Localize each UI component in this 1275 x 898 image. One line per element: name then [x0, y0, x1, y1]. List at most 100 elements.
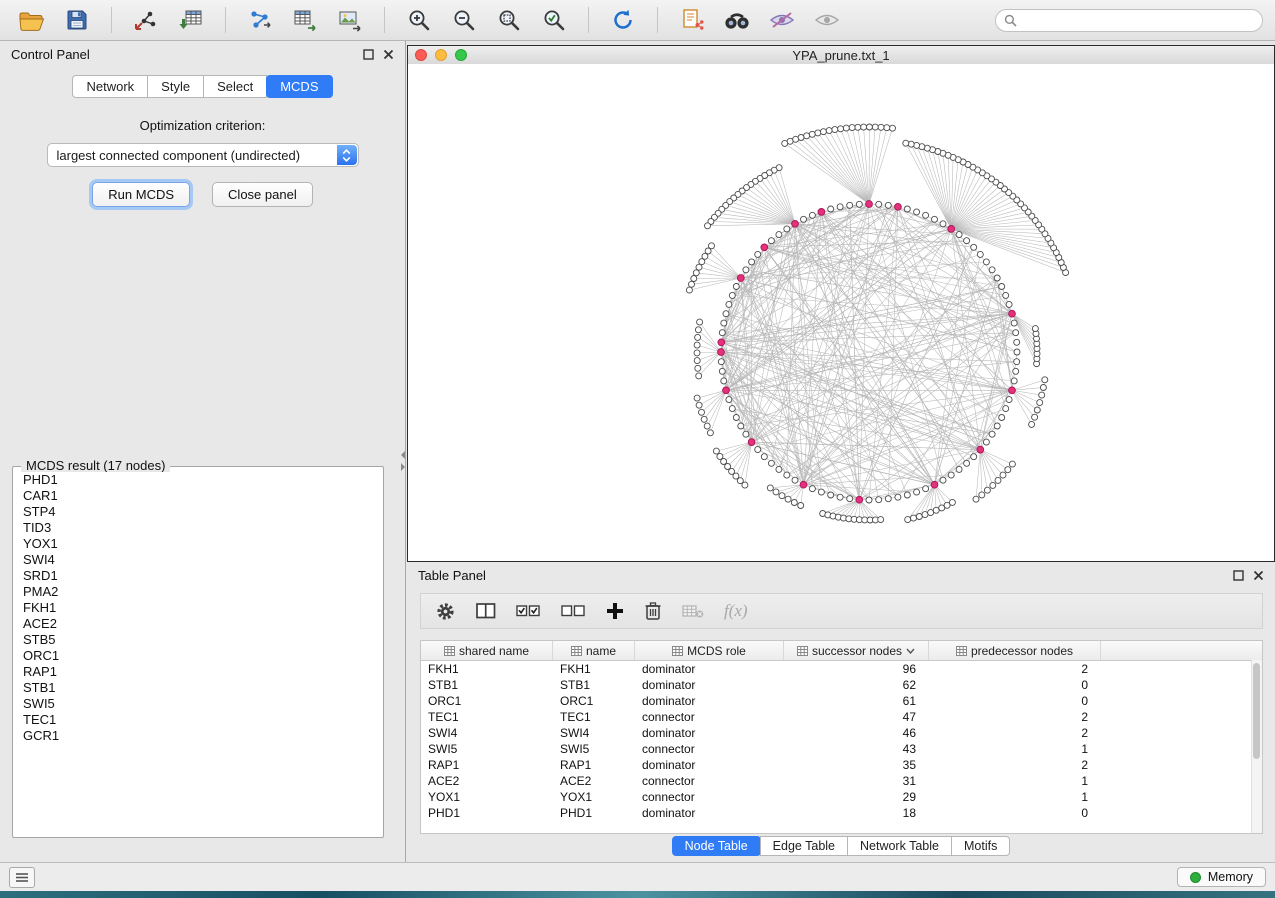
- float-panel-icon[interactable]: [1233, 570, 1244, 581]
- network-canvas[interactable]: [408, 64, 1274, 561]
- first-neighbors-button[interactable]: [717, 4, 757, 36]
- table-cell[interactable]: 31: [784, 774, 929, 788]
- table-cell[interactable]: FKH1: [553, 662, 635, 676]
- tab-network[interactable]: Network: [72, 75, 148, 98]
- table-scrollbar-thumb[interactable]: [1253, 663, 1260, 759]
- mcds-result-item[interactable]: STB1: [16, 680, 380, 696]
- mcds-result-item[interactable]: PMA2: [16, 584, 380, 600]
- mcds-result-item[interactable]: RAP1: [16, 664, 380, 680]
- table-row[interactable]: YOX1YOX1connector291: [421, 789, 1262, 805]
- tab-mcds[interactable]: MCDS: [266, 75, 332, 98]
- table-cell[interactable]: 1: [929, 774, 1101, 788]
- column-header-predecessor-nodes[interactable]: predecessor nodes: [929, 641, 1101, 660]
- table-cell[interactable]: dominator: [635, 662, 784, 676]
- mcds-result-item[interactable]: ACE2: [16, 616, 380, 632]
- mcds-result-item[interactable]: STP4: [16, 504, 380, 520]
- mcds-result-item[interactable]: YOX1: [16, 536, 380, 552]
- export-table-button[interactable]: [285, 4, 325, 36]
- close-panel-icon[interactable]: [383, 49, 394, 60]
- table-cell[interactable]: ACE2: [553, 774, 635, 788]
- select-all-icon[interactable]: [516, 603, 541, 619]
- mcds-result-item[interactable]: SRD1: [16, 568, 380, 584]
- zoom-in-button[interactable]: [399, 4, 439, 36]
- table-cell[interactable]: connector: [635, 742, 784, 756]
- purge-table-icon[interactable]: [682, 603, 704, 619]
- table-cell[interactable]: 46: [784, 726, 929, 740]
- search-input[interactable]: [1022, 12, 1254, 28]
- export-network-button[interactable]: [240, 4, 280, 36]
- function-builder-icon[interactable]: f(x): [724, 601, 748, 621]
- zoom-fit-button[interactable]: [489, 4, 529, 36]
- table-cell[interactable]: SWI5: [421, 742, 553, 756]
- table-cell[interactable]: 2: [929, 758, 1101, 772]
- hide-graphics-button[interactable]: [762, 4, 802, 36]
- table-cell[interactable]: 2: [929, 726, 1101, 740]
- mcds-result-item[interactable]: CAR1: [16, 488, 380, 504]
- table-cell[interactable]: TEC1: [421, 710, 553, 724]
- table-cell[interactable]: STB1: [421, 678, 553, 692]
- close-panel-icon[interactable]: [1253, 570, 1264, 581]
- show-columns-icon[interactable]: [476, 602, 496, 620]
- close-panel-button[interactable]: Close panel: [212, 182, 313, 207]
- table-cell[interactable]: 61: [784, 694, 929, 708]
- table-cell[interactable]: RAP1: [421, 758, 553, 772]
- column-header-name[interactable]: name: [553, 641, 635, 660]
- table-cell[interactable]: 0: [929, 678, 1101, 692]
- add-row-icon[interactable]: [606, 602, 624, 620]
- table-cell[interactable]: ACE2: [421, 774, 553, 788]
- save-session-button[interactable]: [57, 4, 97, 36]
- table-cell[interactable]: SWI4: [553, 726, 635, 740]
- mcds-result-item[interactable]: TID3: [16, 520, 380, 536]
- float-panel-icon[interactable]: [363, 49, 374, 60]
- memory-button[interactable]: Memory: [1177, 867, 1266, 887]
- table-row[interactable]: FKH1FKH1dominator962: [421, 661, 1262, 677]
- open-file-button[interactable]: [12, 4, 52, 36]
- table-cell[interactable]: FKH1: [421, 662, 553, 676]
- mcds-result-item[interactable]: SWI4: [16, 552, 380, 568]
- table-cell[interactable]: 62: [784, 678, 929, 692]
- network-graph[interactable]: [408, 64, 1274, 561]
- run-mcds-button[interactable]: Run MCDS: [92, 182, 190, 207]
- table-cell[interactable]: dominator: [635, 694, 784, 708]
- zoom-selected-button[interactable]: [534, 4, 574, 36]
- table-row[interactable]: SWI4SWI4dominator462: [421, 725, 1262, 741]
- splitter-collapse-icon[interactable]: [401, 451, 405, 459]
- table-cell[interactable]: SWI5: [553, 742, 635, 756]
- mcds-result-item[interactable]: FKH1: [16, 600, 380, 616]
- table-cell[interactable]: 35: [784, 758, 929, 772]
- column-header-mcds-role[interactable]: MCDS role: [635, 641, 784, 660]
- table-cell[interactable]: 1: [929, 790, 1101, 804]
- table-cell[interactable]: TEC1: [553, 710, 635, 724]
- table-cell[interactable]: 2: [929, 662, 1101, 676]
- table-cell[interactable]: ORC1: [553, 694, 635, 708]
- splitter-handle[interactable]: [399, 448, 406, 474]
- splitter-expand-icon[interactable]: [401, 463, 405, 471]
- import-table-button[interactable]: [171, 4, 211, 36]
- table-row[interactable]: SWI5SWI5connector431: [421, 741, 1262, 757]
- table-cell[interactable]: 43: [784, 742, 929, 756]
- table-row[interactable]: RAP1RAP1dominator352: [421, 757, 1262, 773]
- table-scrollbar[interactable]: [1251, 660, 1262, 833]
- tab-network-table[interactable]: Network Table: [847, 836, 952, 856]
- show-graphics-button[interactable]: [807, 4, 847, 36]
- table-cell[interactable]: dominator: [635, 726, 784, 740]
- column-header-shared-name[interactable]: shared name: [421, 641, 553, 660]
- export-image-button[interactable]: [330, 4, 370, 36]
- table-cell[interactable]: 29: [784, 790, 929, 804]
- table-cell[interactable]: 0: [929, 806, 1101, 820]
- column-header-successor-nodes[interactable]: successor nodes: [784, 641, 929, 660]
- mcds-result-item[interactable]: ORC1: [16, 648, 380, 664]
- table-cell[interactable]: dominator: [635, 806, 784, 820]
- table-cell[interactable]: 1: [929, 742, 1101, 756]
- table-cell[interactable]: 96: [784, 662, 929, 676]
- table-cell[interactable]: connector: [635, 774, 784, 788]
- tab-select[interactable]: Select: [203, 75, 267, 98]
- mcds-result-item[interactable]: TEC1: [16, 712, 380, 728]
- table-cell[interactable]: dominator: [635, 758, 784, 772]
- table-cell[interactable]: 47: [784, 710, 929, 724]
- mcds-result-item[interactable]: STB5: [16, 632, 380, 648]
- table-row[interactable]: TEC1TEC1connector472: [421, 709, 1262, 725]
- table-cell[interactable]: connector: [635, 710, 784, 724]
- mcds-result-item[interactable]: SWI5: [16, 696, 380, 712]
- apply-layout-button[interactable]: [603, 4, 643, 36]
